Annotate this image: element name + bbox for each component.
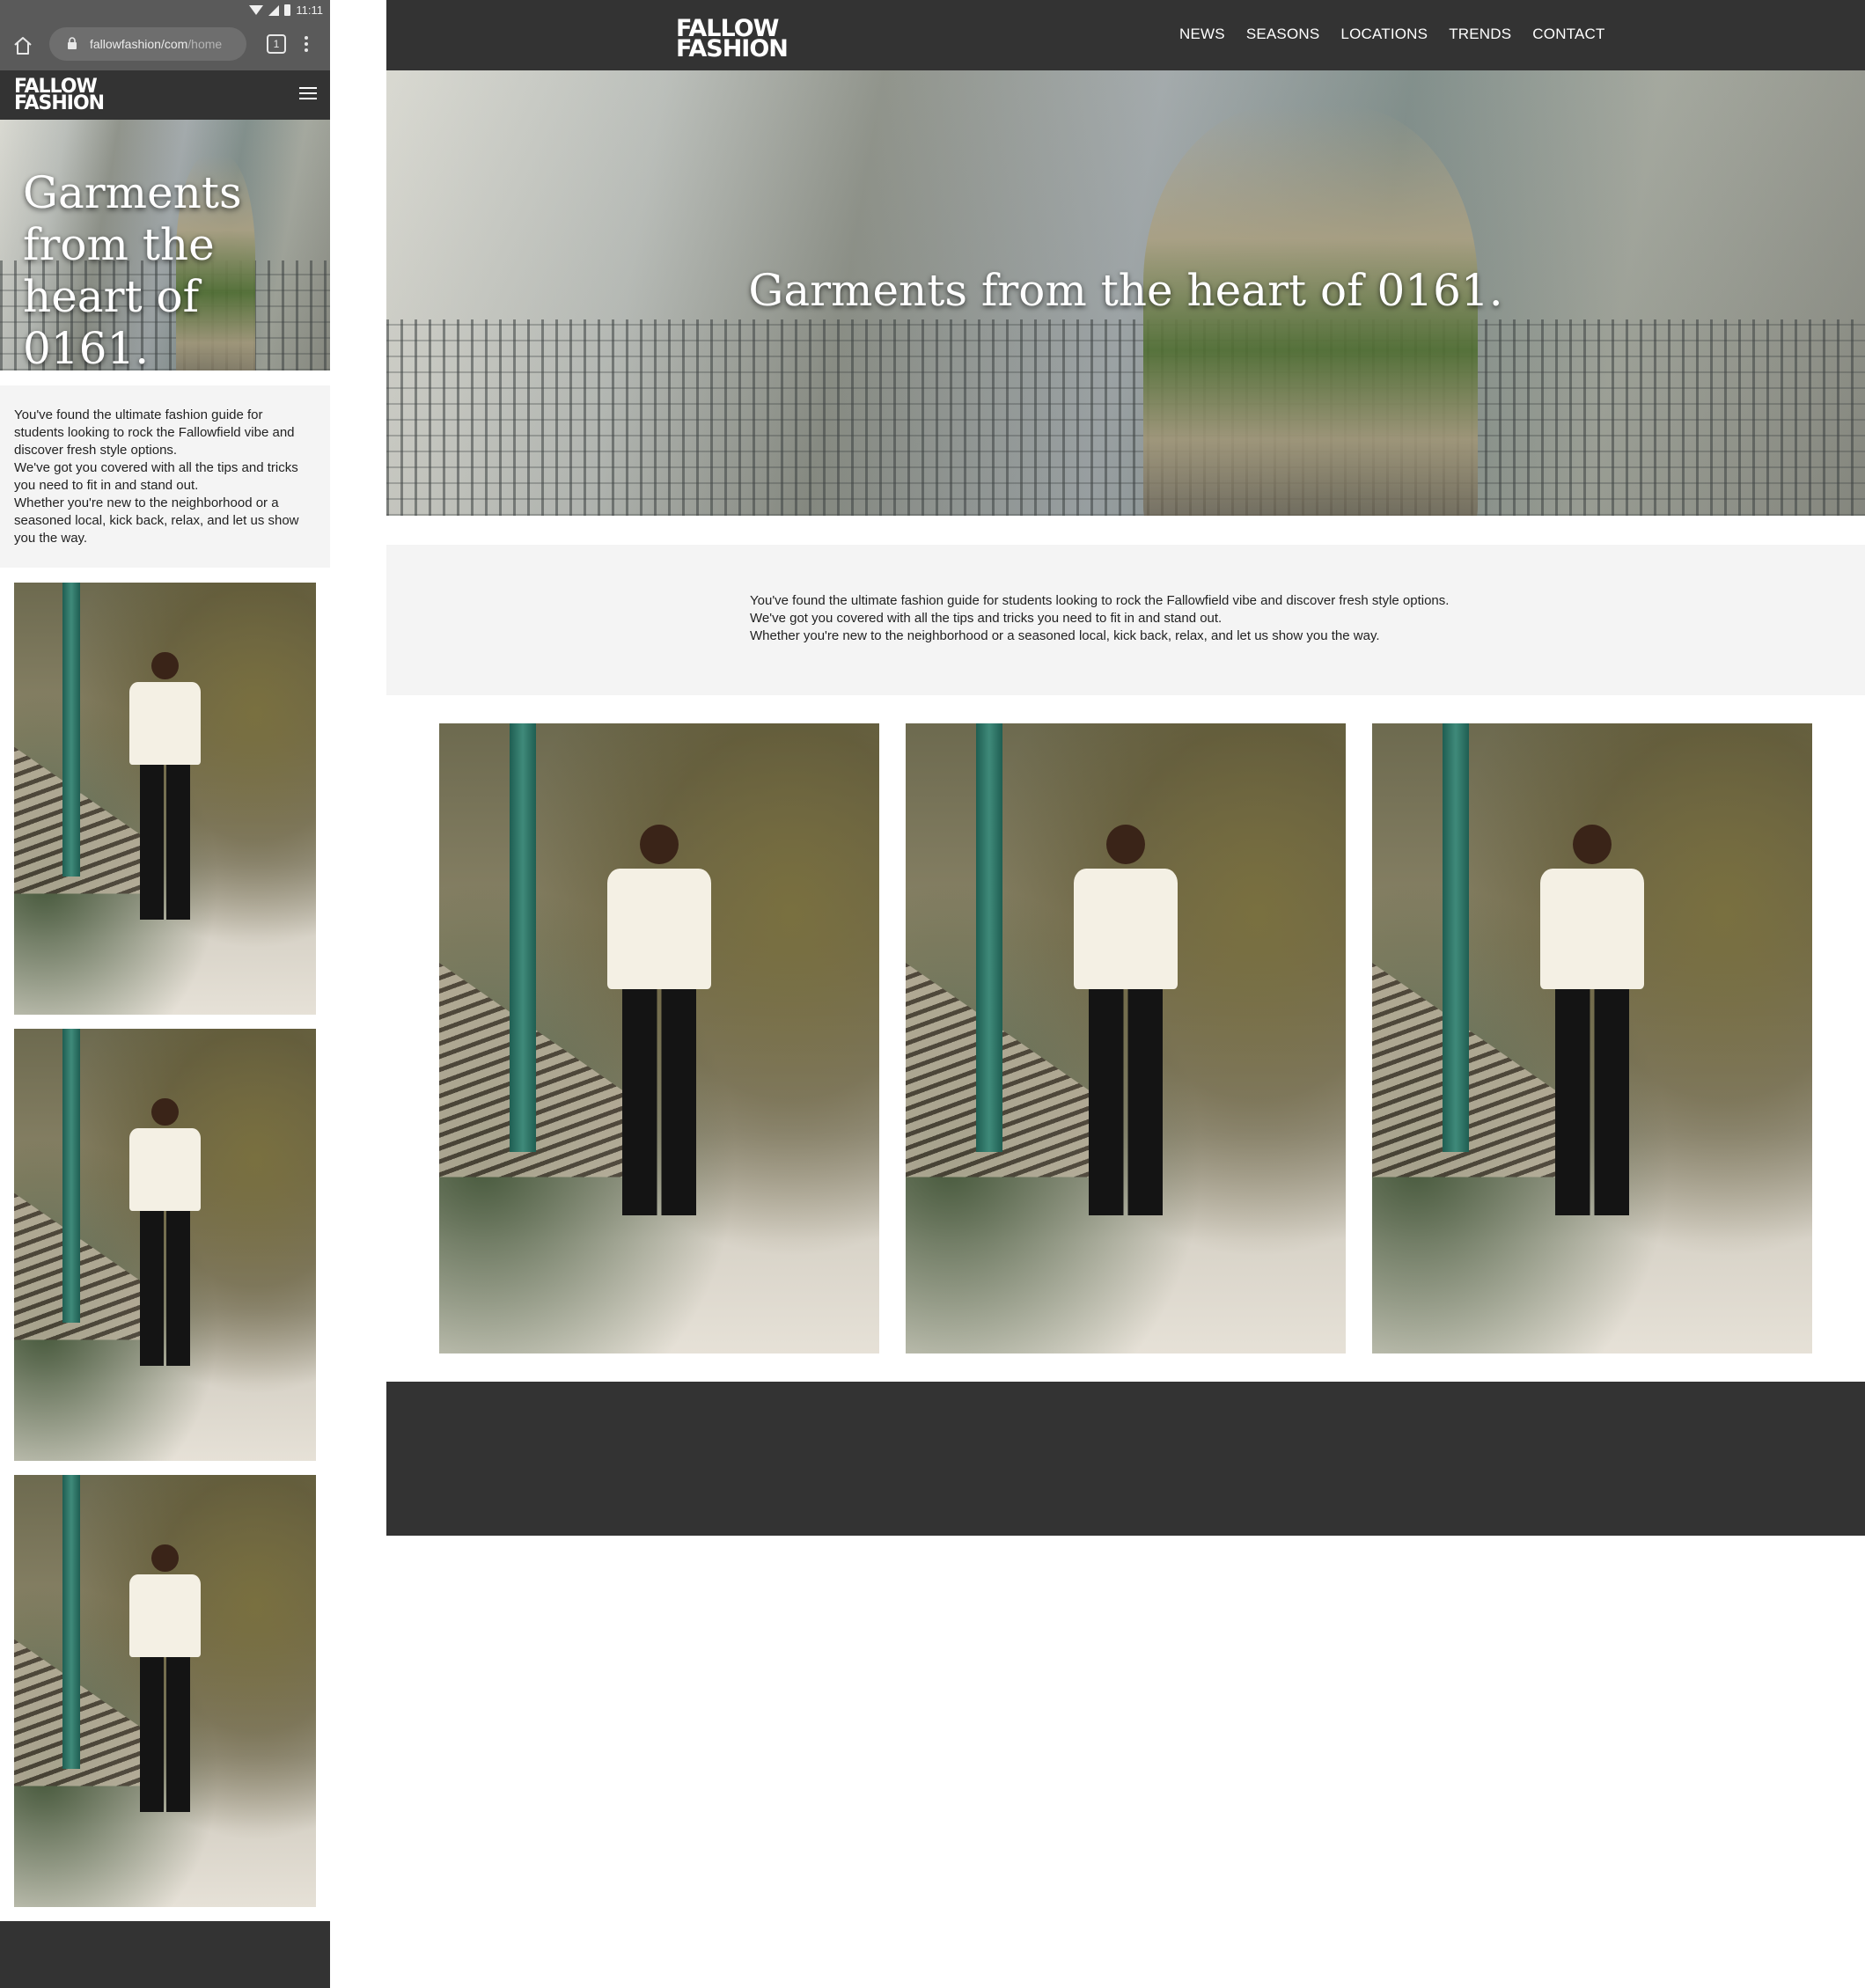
lock-icon: [68, 37, 77, 49]
hero-title: Garments from the heart of 0161.: [23, 167, 322, 370]
hero-title: Garments from the heart of 0161.: [748, 265, 1503, 316]
logo-line-2: FASHION: [676, 35, 789, 62]
status-time: 11:11: [296, 4, 323, 17]
site-logo[interactable]: FALLOW FASHION: [676, 17, 789, 62]
nav-contact[interactable]: CONTACT: [1532, 26, 1604, 43]
mobile-viewport: 11:11 fallowfashion/com/home 1 FALLOW FA…: [0, 0, 330, 1988]
lookbook-gallery: [14, 583, 316, 1921]
url-host: fallowfashion/com: [90, 37, 188, 51]
overflow-menu-icon[interactable]: [299, 33, 313, 55]
nav-seasons[interactable]: SEASONS: [1246, 26, 1320, 43]
url-path: /home: [187, 37, 223, 51]
browser-toolbar: fallowfashion/com/home 1: [0, 21, 330, 70]
hero-title-line: heart of 0161.: [23, 271, 200, 370]
status-bar: 11:11: [0, 0, 330, 21]
intro-section: You've found the ultimate fashion guide …: [0, 385, 330, 568]
intro-text: You've found the ultimate fashion guide …: [14, 407, 295, 458]
intro-text: Whether you're new to the neighborhood o…: [14, 495, 299, 546]
lookbook-photo[interactable]: [906, 723, 1346, 1353]
site-logo[interactable]: FALLOW FASHION: [14, 77, 105, 114]
site-header-mobile: FALLOW FASHION: [0, 70, 330, 120]
tab-switcher-button[interactable]: 1: [267, 34, 286, 54]
lookbook-gallery: [439, 723, 1812, 1353]
hero-title-line: Garments: [23, 167, 242, 218]
intro-text: You've found the ultimate fashion guide …: [750, 593, 1450, 608]
nav-locations[interactable]: LOCATIONS: [1340, 26, 1428, 43]
lookbook-photo[interactable]: [14, 1475, 316, 1907]
status-icons: 11:11: [249, 4, 323, 17]
battery-icon: [284, 4, 291, 16]
signal-icon: [268, 4, 280, 16]
hero-banner: Garments from the heart of 0161.: [0, 120, 330, 370]
wifi-icon: [249, 5, 264, 15]
lookbook-photo[interactable]: [14, 1029, 316, 1461]
hero-title-line: from the: [23, 219, 215, 270]
lookbook-photo[interactable]: [14, 583, 316, 1015]
address-bar[interactable]: fallowfashion/com/home: [49, 27, 246, 61]
intro-text: Whether you're new to the neighborhood o…: [750, 628, 1380, 643]
intro-text: We've got you covered with all the tips …: [750, 611, 1223, 626]
nav-trends[interactable]: TRENDS: [1449, 26, 1511, 43]
desktop-viewport: FALLOW FASHION NEWS SEASONS LOCATIONS TR…: [386, 0, 1865, 1536]
main-nav: NEWS SEASONS LOCATIONS TRENDS CONTACT: [1179, 26, 1605, 43]
home-icon[interactable]: [12, 35, 33, 56]
nav-news[interactable]: NEWS: [1179, 26, 1225, 43]
site-header: FALLOW FASHION NEWS SEASONS LOCATIONS TR…: [386, 0, 1865, 70]
logo-line-2: FASHION: [14, 92, 105, 114]
site-footer: [0, 1921, 330, 1988]
intro-text-block: You've found the ultimate fashion guide …: [750, 592, 1449, 645]
lookbook-photo[interactable]: [439, 723, 879, 1353]
hamburger-menu-icon[interactable]: [299, 87, 317, 101]
intro-text: We've got you covered with all the tips …: [14, 460, 298, 493]
hero-banner: Garments from the heart of 0161.: [386, 70, 1865, 516]
site-footer: [386, 1382, 1865, 1536]
lookbook-photo[interactable]: [1372, 723, 1812, 1353]
intro-section: You've found the ultimate fashion guide …: [386, 545, 1865, 695]
